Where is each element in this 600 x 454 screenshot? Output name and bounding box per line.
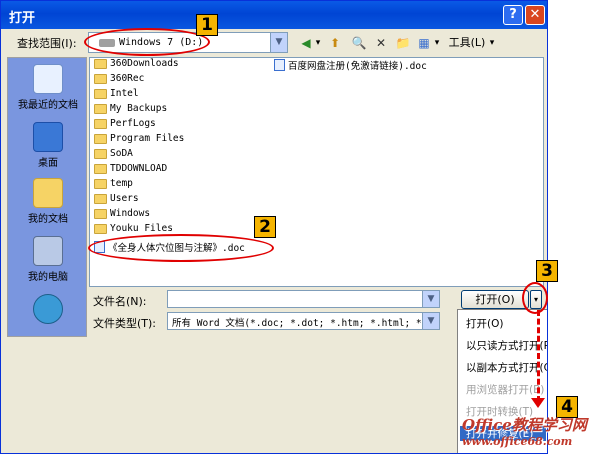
views-icon[interactable]: ▦ [416, 33, 432, 53]
folder-icon [94, 193, 107, 204]
callout-1: 1 [196, 14, 218, 36]
highlight-oval-split-button [522, 282, 548, 314]
close-button[interactable]: ✕ [525, 5, 545, 25]
list-item[interactable]: SoDA [94, 148, 133, 163]
folder-icon [94, 73, 107, 84]
watermark: Office教程学习网 www.office68.com [462, 414, 600, 454]
folder-icon [94, 133, 107, 144]
menu-item-open-as-copy[interactable]: 以副本方式打开(C) [466, 360, 547, 375]
file-type-value: 所有 Word 文档(*.doc; *.dot; *.htm; *.html; … [172, 318, 428, 329]
word-document-icon [274, 59, 285, 71]
place-desktop[interactable]: 桌面 [8, 122, 88, 169]
new-folder-icon[interactable]: 📁 [394, 33, 412, 53]
place-recent[interactable]: 我最近的文档 [8, 64, 88, 111]
list-item[interactable]: 360Downloads [94, 58, 179, 73]
list-item[interactable]: Windows [94, 208, 150, 223]
place-computer[interactable]: 我的电脑 [8, 236, 88, 283]
folder-icon [94, 178, 107, 189]
list-item[interactable]: temp [94, 178, 133, 193]
network-places-icon [33, 294, 63, 324]
place-label: 桌面 [38, 158, 58, 169]
file-type-label: 文件类型(T): [93, 317, 157, 330]
my-computer-icon [33, 236, 63, 266]
list-item[interactable]: PerfLogs [94, 118, 156, 133]
list-item[interactable]: 百度网盘注册(免激请链接).doc [274, 58, 427, 73]
desktop-icon [33, 122, 63, 152]
folder-icon [94, 103, 107, 114]
list-item[interactable]: TDDOWNLOAD [94, 163, 167, 178]
back-menu-icon[interactable]: ▾ [314, 33, 322, 53]
open-button[interactable]: 打开(O) [461, 290, 529, 309]
folder-icon [94, 88, 107, 99]
search-web-icon[interactable]: 🔍 [351, 33, 367, 53]
place-label: 我的文档 [28, 214, 68, 225]
file-type-dropdown[interactable]: 所有 Word 文档(*.doc; *.dot; *.htm; *.html; … [167, 312, 440, 330]
place-label: 我的电脑 [28, 272, 68, 283]
folder-icon [94, 223, 107, 234]
list-item[interactable]: 360Rec [94, 73, 144, 88]
red-arrowhead [531, 398, 545, 408]
chevron-down-icon[interactable]: ▼ [422, 291, 439, 307]
tools-menu-button[interactable]: 工具(L) [445, 33, 489, 53]
file-name-label: 文件名(N): [93, 295, 147, 308]
list-item[interactable]: Intel [94, 88, 139, 103]
file-name-input[interactable]: ▼ [167, 290, 440, 308]
watermark-title: Office教程学习网 [462, 416, 587, 434]
folder-icon [94, 208, 107, 219]
list-item[interactable]: Program Files [94, 133, 184, 148]
folder-icon [94, 148, 107, 159]
folder-icon [94, 163, 107, 174]
recent-documents-icon [33, 64, 63, 94]
list-item[interactable]: Users [94, 193, 139, 208]
look-in-label: 查找范围(I): [17, 37, 77, 50]
place-label: 我最近的文档 [18, 100, 78, 111]
red-dashed-arrow [537, 310, 540, 402]
up-folder-icon[interactable]: ⬆ [327, 33, 343, 53]
my-documents-icon [33, 178, 63, 208]
views-menu-icon[interactable]: ▾ [433, 33, 441, 53]
callout-2: 2 [254, 216, 276, 238]
list-item[interactable]: My Backups [94, 103, 167, 118]
window-title: 打开 [9, 11, 36, 26]
place-network[interactable] [8, 294, 88, 326]
tools-menu-icon[interactable]: ▾ [488, 33, 496, 53]
chevron-down-icon[interactable]: ▼ [422, 313, 439, 329]
menu-item-open[interactable]: 打开(O) [466, 316, 503, 331]
highlight-oval-document [88, 234, 274, 262]
places-bar: 我最近的文档 桌面 我的文档 我的电脑 [7, 57, 87, 337]
menu-item-open-in-browser[interactable]: 用浏览器打开(B) [466, 382, 544, 397]
title-bar[interactable]: 打开 ? ✕ [1, 1, 547, 29]
highlight-oval-look-in [84, 28, 210, 56]
folder-icon [94, 118, 107, 129]
delete-icon[interactable]: ✕ [373, 33, 389, 53]
back-icon[interactable]: ◀ [299, 33, 313, 53]
help-button[interactable]: ? [503, 5, 523, 25]
place-documents[interactable]: 我的文档 [8, 178, 88, 225]
chevron-down-icon[interactable]: ▼ [270, 33, 287, 52]
menu-item-open-read-only[interactable]: 以只读方式打开(R) [466, 338, 547, 353]
watermark-url: www.office68.com [462, 435, 573, 448]
folder-icon [94, 58, 107, 69]
callout-3: 3 [536, 260, 558, 282]
